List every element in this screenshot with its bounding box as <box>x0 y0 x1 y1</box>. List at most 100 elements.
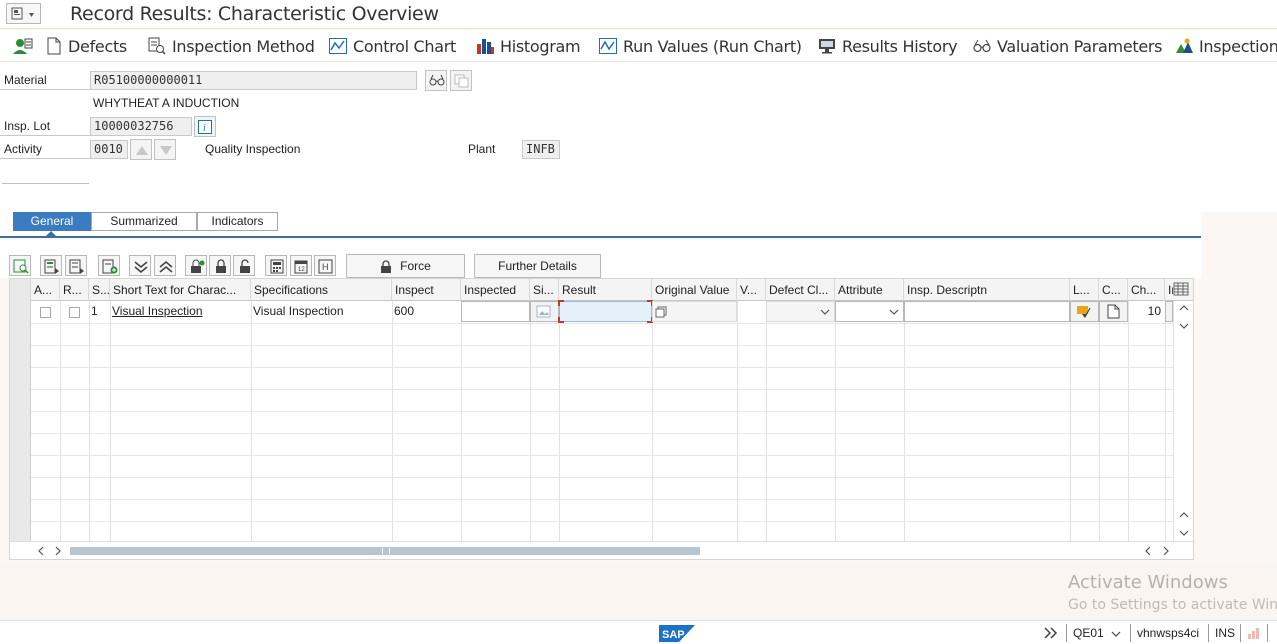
row-selector-column[interactable] <box>10 301 31 541</box>
a-checkbox[interactable] <box>40 307 51 318</box>
inspection-button[interactable]: Inspection <box>1175 36 1277 56</box>
double-chevron-right-icon[interactable] <box>1043 627 1059 639</box>
scroll-thumb[interactable] <box>70 547 700 555</box>
si-button[interactable] <box>530 301 559 322</box>
edit-note-icon <box>1077 306 1091 318</box>
valuation-parameters-button[interactable]: Valuation Parameters <box>973 36 1163 56</box>
chevron-down-icon[interactable] <box>1179 529 1189 537</box>
char-count-cell: 10 <box>1147 304 1161 318</box>
ir-button[interactable] <box>1165 301 1173 322</box>
insp-lot-label: Insp. Lot <box>0 117 90 136</box>
person-settings-button[interactable] <box>12 36 34 56</box>
insp-lot-field[interactable]: 10000032756 <box>90 117 192 136</box>
svg-text:12: 12 <box>298 267 305 273</box>
chevron-down-icon[interactable] <box>1111 630 1121 638</box>
menu-button[interactable] <box>6 3 41 24</box>
chevron-right-icon[interactable] <box>1162 546 1170 556</box>
col-header-specifications[interactable]: Specifications <box>251 279 392 301</box>
col-header-attribute[interactable]: Attribute <box>835 279 904 301</box>
control-chart-button[interactable]: Control Chart <box>329 36 456 56</box>
transaction-code[interactable]: QE01 <box>1073 626 1104 640</box>
grid-line <box>31 323 1173 324</box>
col-header-result[interactable]: Result <box>559 279 652 301</box>
horizontal-scrollbar[interactable] <box>10 541 1193 559</box>
expand-all-button[interactable] <box>129 255 151 276</box>
tab-strip: General Summarized Indicators <box>0 212 1201 238</box>
col-header-c[interactable]: C... <box>1099 279 1128 301</box>
details-button[interactable] <box>9 255 31 276</box>
calculator-button[interactable] <box>265 255 287 276</box>
col-header-si[interactable]: Si... <box>530 279 559 301</box>
plant-field[interactable]: INFB <box>522 140 560 159</box>
tab-indicators[interactable]: Indicators <box>197 212 278 231</box>
chevron-down-icon <box>820 309 830 315</box>
col-header-inspect[interactable]: Inspect <box>392 279 461 301</box>
tab-summarized[interactable]: Summarized <box>91 212 197 231</box>
deselect-all-button[interactable] <box>65 255 87 276</box>
col-header-a[interactable]: A... <box>31 279 60 301</box>
defect-class-select[interactable] <box>766 301 835 322</box>
col-header-insp-description[interactable]: Insp. Descriptn <box>904 279 1070 301</box>
material-label: Material <box>0 71 90 90</box>
grid-line <box>89 301 90 541</box>
col-header-s[interactable]: S... <box>89 279 110 301</box>
unlock-button[interactable] <box>233 255 255 276</box>
insp-description-input[interactable] <box>904 301 1070 322</box>
performance-icon <box>1248 628 1259 639</box>
previous-activity-button[interactable] <box>130 139 152 160</box>
force-button[interactable]: Force <box>346 254 465 278</box>
insert-mode[interactable]: INS <box>1215 626 1235 640</box>
inspected-input[interactable] <box>461 301 530 322</box>
chevron-down-icon[interactable] <box>1179 322 1189 330</box>
tab-general[interactable]: General <box>13 212 91 231</box>
activity-field[interactable]: 0010 <box>90 140 128 159</box>
chevron-left-icon[interactable] <box>1144 546 1152 556</box>
inspection-method-button[interactable]: Inspection Method <box>148 36 315 56</box>
next-activity-button[interactable] <box>154 139 176 160</box>
defects-button[interactable]: Defects <box>46 36 127 56</box>
results-history-button[interactable]: Results History <box>818 36 958 56</box>
column-settings-button[interactable] <box>1173 282 1191 298</box>
col-header-original-value[interactable]: Original Value <box>652 279 737 301</box>
chevron-up-icon[interactable] <box>1179 511 1189 519</box>
valuate-button[interactable] <box>185 255 207 276</box>
long-text-button[interactable] <box>1070 301 1099 322</box>
display-material-button[interactable] <box>425 70 447 91</box>
history-button[interactable]: H <box>314 255 336 276</box>
material-details-button[interactable] <box>450 70 472 91</box>
results-table: A... R... S... Short Text for Charac... … <box>9 278 1194 560</box>
material-field[interactable]: R05100000000011 <box>90 71 417 90</box>
run-values-button[interactable]: Run Values (Run Chart) <box>599 36 802 56</box>
collapse-all-button[interactable] <box>154 255 176 276</box>
vertical-scrollbar[interactable] <box>1173 301 1193 541</box>
grid-line <box>904 301 905 541</box>
col-header-r[interactable]: R... <box>60 279 89 301</box>
attribute-select[interactable] <box>835 301 904 322</box>
original-value-field[interactable] <box>652 301 737 322</box>
add-row-button[interactable] <box>98 255 120 276</box>
r-checkbox[interactable] <box>69 307 80 318</box>
col-header-v[interactable]: V... <box>737 279 766 301</box>
chevron-left-icon[interactable] <box>37 546 45 556</box>
col-header-defect-class[interactable]: Defect Cl... <box>766 279 835 301</box>
col-header-l[interactable]: L... <box>1070 279 1099 301</box>
svg-text:i: i <box>203 123 206 134</box>
select-all-cell[interactable] <box>10 279 31 301</box>
histogram-button[interactable]: Histogram <box>476 36 581 56</box>
col-header-ch[interactable]: Ch... <box>1128 279 1165 301</box>
result-input[interactable] <box>558 300 653 323</box>
calendar-button[interactable]: 12 <box>290 255 312 276</box>
further-details-button[interactable]: Further Details <box>474 254 601 278</box>
sap-logo-icon: SAP <box>659 625 695 642</box>
select-all-button[interactable] <box>40 255 62 276</box>
chevron-right-icon[interactable] <box>54 546 62 556</box>
deselect-all-icon <box>69 259 84 274</box>
col-header-short-text[interactable]: Short Text for Charac... <box>110 279 251 301</box>
short-text-link[interactable]: Visual Inspection <box>110 301 251 322</box>
comment-button[interactable] <box>1099 301 1128 322</box>
chevron-up-icon[interactable] <box>1179 304 1189 312</box>
header-form: Material R05100000000011 WHYTHEAT A INDU… <box>0 62 1277 212</box>
lot-info-button[interactable]: i <box>194 116 216 137</box>
col-header-inspected[interactable]: Inspected <box>461 279 530 301</box>
lock-button[interactable] <box>209 255 231 276</box>
